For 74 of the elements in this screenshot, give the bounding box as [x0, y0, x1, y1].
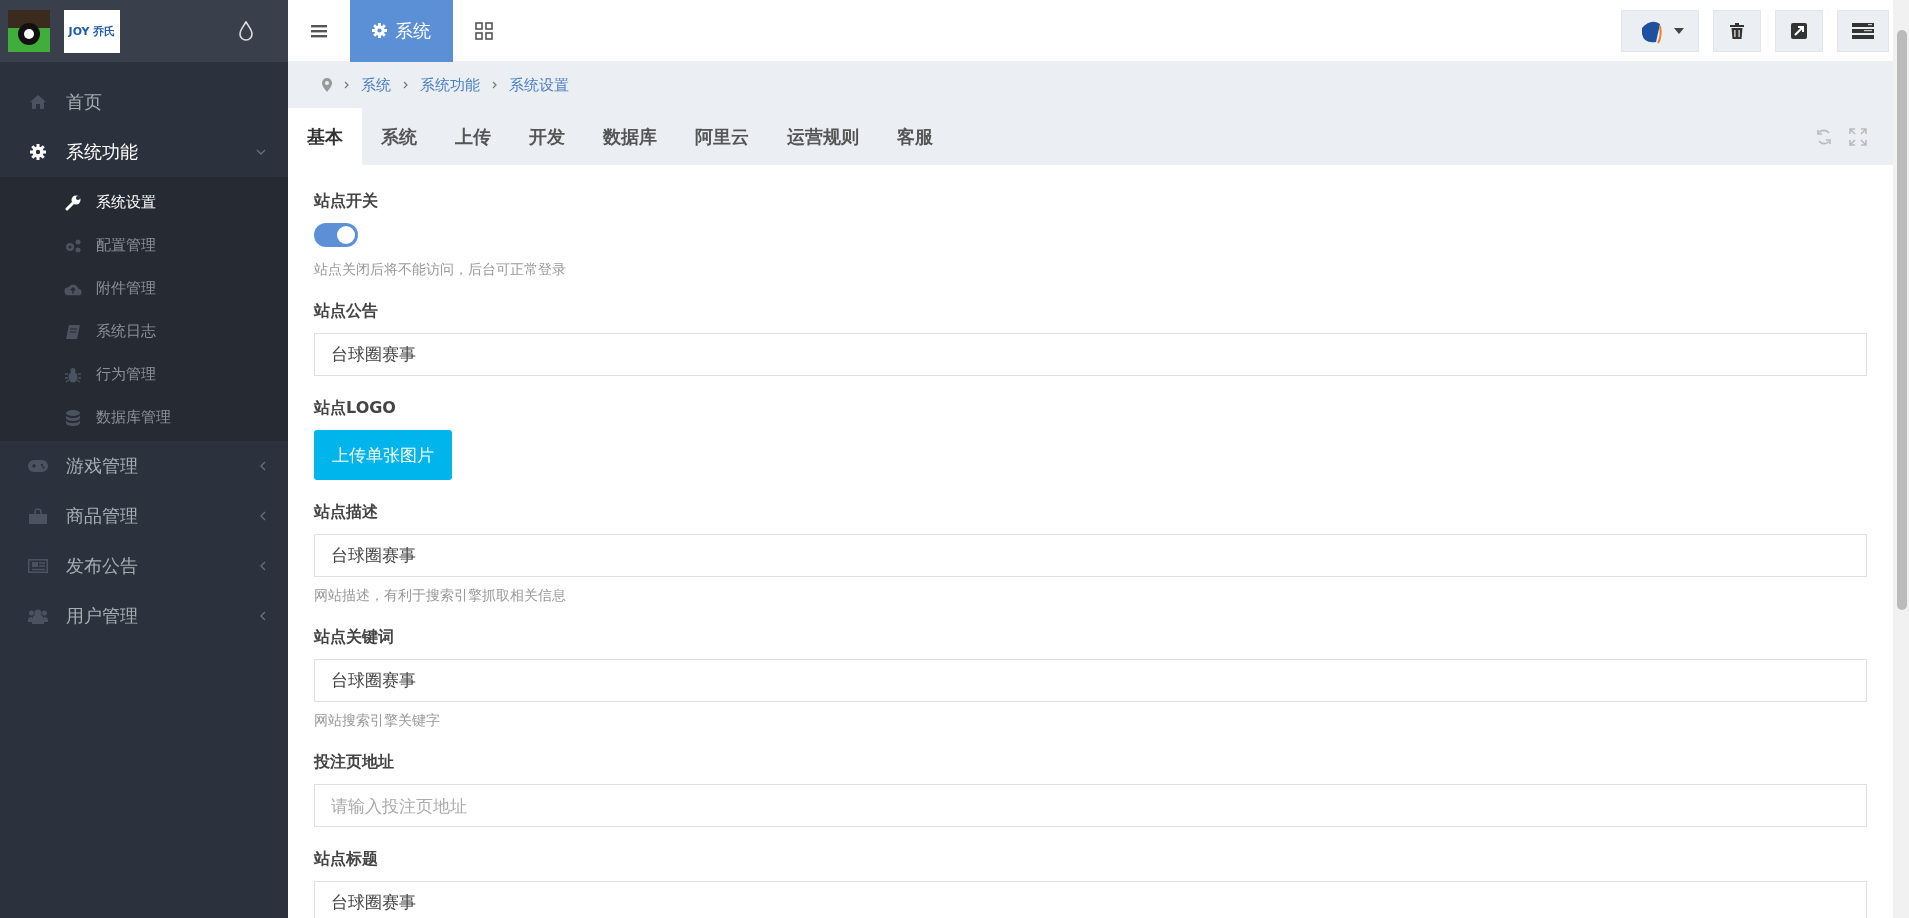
sidebar-subitem[interactable]: 系统日志 [0, 310, 288, 353]
users-icon [28, 608, 48, 624]
settings-tab[interactable]: 系统 [362, 108, 436, 165]
input-field[interactable]: 台球圈赛事 [314, 659, 1867, 702]
field-label: 站点公告 [314, 301, 379, 322]
input-field[interactable]: 台球圈赛事 [314, 333, 1867, 376]
sidebar-item[interactable]: 系统功能 [0, 127, 288, 177]
chevron-left-icon [260, 561, 266, 571]
caret-icon [1674, 27, 1684, 34]
brand-logo: JOY 乔氏 [64, 9, 120, 53]
sidebar-subitem[interactable]: 配置管理 [0, 224, 288, 267]
sidebar-subitem[interactable]: 数据库管理 [0, 396, 288, 439]
chevron-left-icon [260, 611, 266, 621]
toggle-switch[interactable] [314, 223, 358, 247]
sidebar-item[interactable]: 商品管理 [0, 491, 288, 541]
droplet-icon[interactable] [238, 21, 254, 41]
external-link-button[interactable] [1775, 9, 1823, 52]
settings-tab[interactable]: 客服 [878, 108, 952, 165]
sidebar-subitem[interactable]: 行为管理 [0, 353, 288, 396]
shopping-bag-icon [28, 508, 48, 524]
menu-icon [311, 23, 327, 38]
chevron-right-icon [403, 81, 408, 89]
top-tab[interactable]: 系统 [350, 0, 453, 62]
chevron-left-icon [260, 461, 266, 471]
settings-tab[interactable]: 数据库 [584, 108, 676, 165]
bug-icon [64, 366, 82, 383]
sidebar-item[interactable]: 发布公告 [0, 541, 288, 591]
gamepad-icon [28, 460, 48, 472]
wrench-icon [64, 194, 82, 211]
chevron-down-icon [256, 149, 266, 155]
input-field[interactable]: 请输入投注页地址 [314, 784, 1867, 827]
user-menu-button[interactable] [1621, 9, 1699, 52]
settings-icon [28, 144, 48, 160]
field-label: 站点标题 [314, 849, 379, 870]
field-label: 站点关键词 [314, 627, 395, 648]
chevron-right-icon [344, 81, 349, 89]
settings-tab[interactable]: 开发 [510, 108, 584, 165]
book-icon [64, 323, 82, 340]
breadcrumb-link[interactable]: 系统设置 [509, 75, 569, 95]
breadcrumb-link[interactable]: 系统功能 [420, 75, 480, 95]
home-icon [28, 95, 48, 109]
settings-tab[interactable]: 阿里云 [676, 108, 768, 165]
sidebar-subitem[interactable]: 附件管理 [0, 267, 288, 310]
input-field[interactable]: 台球圈赛事 [314, 534, 1867, 577]
trash-icon [1730, 22, 1744, 39]
field-label: 投注页地址 [314, 752, 395, 773]
settings-icon [372, 23, 387, 38]
database-icon [64, 409, 82, 426]
sidebar-item[interactable]: 首页 [0, 77, 288, 127]
field-label: 站点描述 [314, 502, 379, 523]
settings-tab[interactable]: 上传 [436, 108, 510, 165]
scrollbar[interactable] [1893, 0, 1909, 918]
billiard-ball-logo [8, 10, 50, 52]
chevron-left-icon [260, 511, 266, 521]
sidebar-item[interactable]: 用户管理 [0, 591, 288, 641]
field-label: 站点LOGO [314, 398, 397, 419]
breadcrumb-link[interactable]: 系统 [361, 75, 391, 95]
help-text: 站点关闭后将不能访问，后台可正常登录 [314, 261, 567, 279]
trash-button[interactable] [1713, 9, 1761, 52]
help-text: 网站描述，有利于搜索引擎抓取相关信息 [314, 587, 567, 605]
sidebar-item[interactable]: 游戏管理 [0, 441, 288, 491]
settings-tab[interactable]: 运营规则 [768, 108, 878, 165]
external-link-icon [1791, 22, 1807, 39]
grid-icon [474, 20, 494, 41]
sidebar-subitem[interactable]: 系统设置 [0, 181, 288, 224]
field-label: 站点开关 [314, 191, 379, 212]
layout-button[interactable] [1837, 9, 1889, 52]
server-icon [1852, 22, 1874, 39]
location-pin-icon [322, 78, 332, 92]
chevron-right-icon [492, 81, 497, 89]
input-field[interactable]: 台球圈赛事 [314, 881, 1867, 918]
settings-tab[interactable]: 基本 [288, 108, 362, 165]
help-text: 网站搜索引擎关键字 [314, 712, 441, 730]
newspaper-icon [28, 559, 48, 573]
